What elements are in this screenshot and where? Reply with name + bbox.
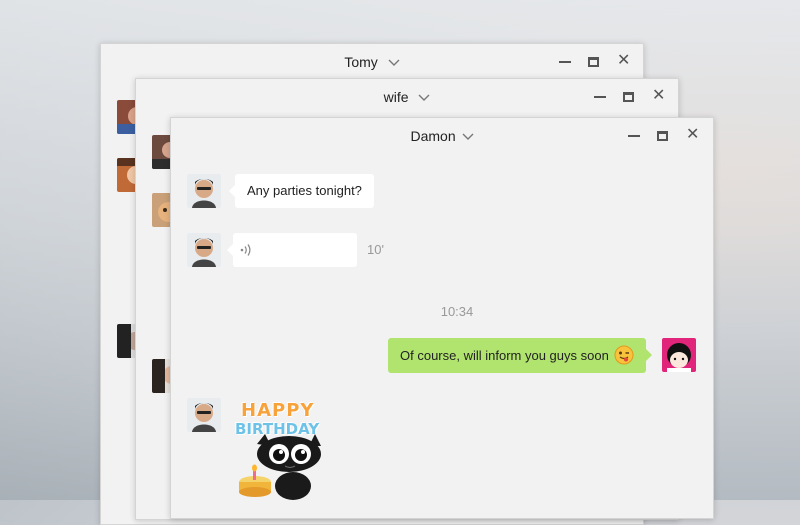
message-bubble[interactable]: Any parties tonight?	[229, 174, 374, 208]
close-button[interactable]: ✕	[686, 127, 699, 143]
chevron-down-icon[interactable]	[388, 59, 400, 67]
message-timestamp: 10:34	[440, 304, 474, 319]
message-text: Of course, will inform you guys soon	[400, 348, 609, 363]
chevron-down-icon[interactable]	[418, 94, 430, 102]
window-title: Tomy	[344, 54, 378, 70]
chat-window-damon[interactable]: Damon ✕ Any parties tonight? 10' 10:34 O…	[170, 117, 714, 519]
avatar[interactable]	[187, 233, 221, 267]
close-button[interactable]: ✕	[652, 88, 665, 104]
close-button[interactable]: ✕	[617, 53, 630, 69]
minimize-button[interactable]	[594, 91, 606, 103]
maximize-button[interactable]	[588, 57, 599, 67]
window-title: wife	[383, 89, 409, 105]
sticker-text-happy: HAPPY	[241, 400, 315, 421]
maximize-button[interactable]	[623, 92, 634, 102]
avatar[interactable]	[187, 174, 221, 208]
maximize-button[interactable]	[657, 131, 668, 141]
window-title: Damon	[410, 128, 456, 144]
voice-duration: 10'	[367, 242, 384, 257]
avatar[interactable]	[662, 338, 696, 372]
avatar[interactable]	[187, 398, 221, 432]
outgoing-message-bubble[interactable]: Of course, will inform you guys soon	[388, 338, 653, 373]
wink-tongue-emoji-icon	[614, 345, 634, 365]
minimize-button[interactable]	[559, 56, 571, 68]
voice-message-bubble[interactable]	[227, 233, 357, 267]
chevron-down-icon[interactable]	[462, 133, 474, 141]
black-cat-cake-icon	[239, 434, 321, 500]
voice-wave-icon	[240, 244, 251, 256]
birthday-sticker[interactable]: HAPPY BIRTHDAY	[235, 400, 335, 500]
minimize-button[interactable]	[628, 130, 640, 142]
